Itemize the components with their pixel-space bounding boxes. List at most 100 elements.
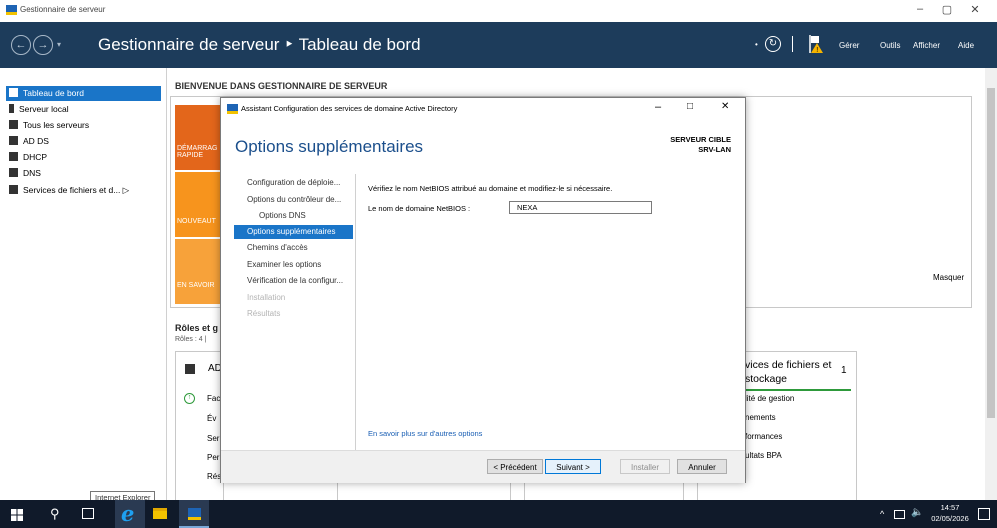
file-services-icon [9, 185, 18, 194]
hide-link[interactable]: Masquer [933, 273, 964, 282]
app-header: ← → ▾ Gestionnaire de serveur ‣ Tableau … [0, 22, 997, 68]
step-additional-options[interactable]: Options supplémentaires [234, 225, 353, 239]
cancel-button[interactable]: Annuler [677, 459, 727, 474]
scrollbar-thumb[interactable] [987, 88, 995, 418]
file-row-performance[interactable]: formances [745, 432, 782, 441]
target-server-label: SERVEUR CIBLE [670, 135, 731, 144]
welcome-title: BIENVENUE DANS GESTIONNAIRE DE SERVEUR [175, 81, 388, 91]
internet-explorer-icon: e [121, 501, 135, 526]
step-installation: Installation [247, 293, 286, 302]
learn-more-tile[interactable]: EN SAVOIR [175, 239, 221, 304]
history-dropdown-icon[interactable]: ▾ [57, 40, 61, 49]
card-border [524, 480, 525, 500]
whats-new-tile[interactable]: NOUVEAUT [175, 172, 221, 237]
sidebar-item-dns[interactable]: DNS [6, 166, 161, 181]
dns-icon [9, 168, 18, 177]
step-prerequisites-check[interactable]: Vérification de la configur... [247, 276, 343, 285]
card-border [337, 480, 338, 500]
instruction-text: Vérifiez le nom NetBIOS attribué au doma… [368, 184, 613, 193]
svg-text:!: ! [816, 47, 818, 54]
previous-button[interactable]: < Précédent [487, 459, 543, 474]
close-button[interactable]: ✕ [963, 3, 987, 19]
target-server-value: SRV-LAN [698, 145, 731, 154]
steps-divider [355, 174, 356, 454]
dashboard-icon [9, 88, 18, 97]
notification-center-icon[interactable] [978, 508, 990, 520]
dropdown-icon[interactable]: • [755, 40, 758, 49]
file-card-count: 1 [841, 365, 847, 376]
minimize-button[interactable]: – [908, 3, 932, 19]
forward-button[interactable]: → [33, 35, 53, 55]
card-border [510, 480, 511, 500]
server-manager-icon [188, 508, 201, 520]
quick-start-tile[interactable]: DÉMARRAG RAPIDE [175, 105, 221, 170]
more-options-link[interactable]: En savoir plus sur d'autres options [368, 429, 482, 438]
install-button: Installer [620, 459, 670, 474]
adds-row-events[interactable]: Év [207, 414, 216, 423]
file-row-manageability[interactable]: lité de gestion [745, 394, 794, 403]
step-review-options[interactable]: Examiner les options [247, 260, 321, 269]
page-heading: Options supplémentaires [235, 137, 424, 156]
file-card-title-line2: stockage [745, 373, 788, 385]
server-manager-icon [6, 5, 17, 15]
dhcp-icon [9, 152, 18, 161]
search-icon[interactable]: ⚲ [50, 506, 60, 522]
status-ok-bar [745, 389, 851, 391]
maximize-button[interactable]: ▢ [935, 3, 959, 19]
roles-title: Rôles et g [175, 323, 219, 333]
netbios-input[interactable]: NEXA [509, 201, 652, 214]
sidebar-item-dashboard[interactable]: Tableau de bord [6, 86, 161, 101]
vertical-scrollbar[interactable] [985, 68, 997, 500]
dialog-minimize-button[interactable]: – [655, 101, 661, 113]
roles-count: Rôles : 4 | [175, 336, 207, 343]
dialog-title: Assistant Configuration des services de … [241, 104, 458, 113]
adds-icon [185, 364, 195, 374]
sidebar-item-file-services[interactable]: Services de fichiers et d... ▷ [6, 183, 161, 198]
card-border [683, 480, 684, 500]
refresh-icon[interactable]: ↻ [765, 36, 781, 52]
sidebar-item-local-server[interactable]: Serveur local [6, 102, 161, 117]
dialog-maximize-button[interactable]: □ [687, 101, 693, 112]
file-card-title-line1: vices de fichiers et [745, 359, 832, 371]
network-icon[interactable] [894, 510, 905, 519]
show-hidden-icons-icon[interactable]: ^ [880, 509, 884, 519]
file-explorer-icon[interactable] [153, 508, 167, 519]
menu-help[interactable]: Aide [958, 41, 974, 50]
wizard-app-icon [227, 104, 238, 114]
window-titlebar: Gestionnaire de serveur – ▢ ✕ [0, 0, 997, 22]
step-paths[interactable]: Chemins d'accès [247, 243, 308, 252]
file-row-bpa[interactable]: ultats BPA [745, 451, 782, 460]
server-icon [9, 104, 14, 113]
ie-taskbar-button[interactable]: e [115, 500, 145, 528]
clock-time[interactable]: 14:57 [930, 503, 970, 512]
task-view-icon[interactable] [82, 508, 94, 519]
breadcrumb-title: Gestionnaire de serveur ‣ Tableau de bor… [98, 35, 421, 54]
servers-icon [9, 120, 18, 129]
next-button[interactable]: Suivant > [545, 459, 601, 474]
back-button[interactable]: ← [11, 35, 31, 55]
menu-view[interactable]: Afficher [913, 41, 940, 50]
notifications-flag-icon[interactable]: ! [808, 34, 826, 54]
sidebar-item-adds[interactable]: AD DS [6, 134, 161, 149]
menu-tools[interactable]: Outils [880, 41, 900, 50]
step-results: Résultats [247, 309, 281, 318]
step-dc-options[interactable]: Options du contrôleur de... [247, 195, 341, 204]
clock-date[interactable]: 02/05/2026 [926, 514, 974, 523]
file-row-events[interactable]: nements [745, 413, 776, 422]
step-dns-options[interactable]: Options DNS [259, 211, 306, 220]
menu-manage[interactable]: Gérer [839, 41, 859, 50]
sidebar-item-dhcp[interactable]: DHCP [6, 150, 161, 165]
start-windows-icon[interactable] [11, 509, 23, 521]
dialog-close-button[interactable]: ✕ [721, 101, 729, 112]
server-manager-taskbar-button[interactable] [179, 500, 209, 528]
adds-icon [9, 136, 18, 145]
volume-muted-icon[interactable]: 🔈 [911, 507, 923, 518]
adds-row-performance[interactable]: Per [207, 453, 219, 462]
adds-row-services[interactable]: Ser [207, 434, 219, 443]
netbios-label: Le nom de domaine NetBIOS : [368, 204, 471, 213]
step-deployment-config[interactable]: Configuration de déploie... [247, 178, 340, 187]
window-title: Gestionnaire de serveur [20, 5, 106, 14]
sidebar-item-all-servers[interactable]: Tous les serveurs [6, 118, 161, 133]
adds-row-manageability[interactable]: Fac [207, 394, 220, 403]
divider [792, 36, 793, 52]
